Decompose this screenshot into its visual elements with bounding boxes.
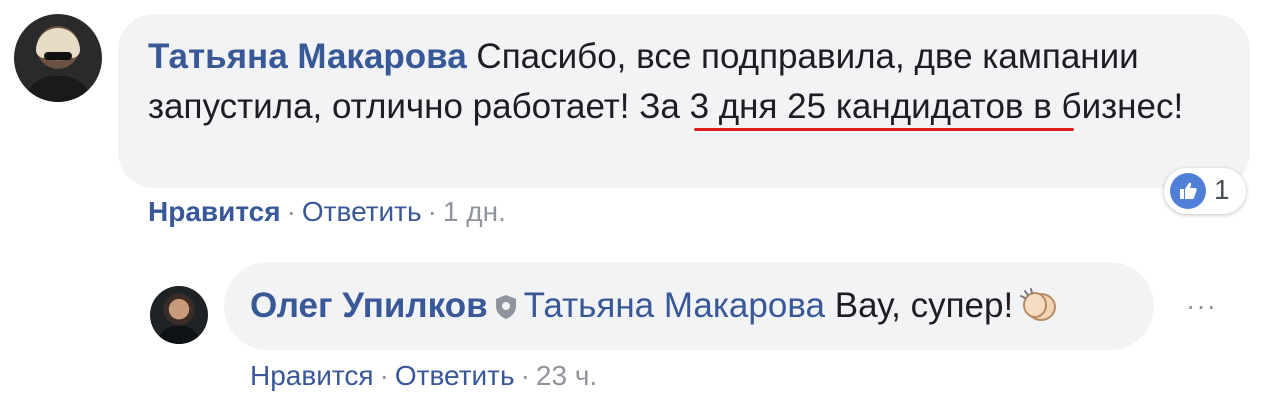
reply-body: Вау, супер! xyxy=(825,286,1014,325)
reaction-count: 1 xyxy=(1214,174,1230,205)
reply-button[interactable]: Ответить xyxy=(302,196,422,227)
comment-body-highlight: За 3 дня 25 кандидатов xyxy=(639,87,1024,126)
highlight-underline xyxy=(694,128,1074,131)
reply-button[interactable]: Ответить xyxy=(395,360,515,391)
reply-mention[interactable]: Татьяна Макарова xyxy=(524,286,825,325)
comment-author[interactable]: Татьяна Макарова xyxy=(148,37,467,76)
reaction-summary[interactable]: 1 xyxy=(1164,168,1246,214)
separator-dot: · xyxy=(379,360,389,391)
timestamp[interactable]: 1 дн. xyxy=(443,196,506,227)
comment-actions: Нравится · Ответить · 1 дн. xyxy=(148,196,506,228)
more-options-icon[interactable]: ··· xyxy=(1186,290,1217,322)
like-button[interactable]: Нравится xyxy=(250,360,374,391)
shield-badge-icon xyxy=(494,286,518,332)
reply-text: Олег Упилков Татьяна Макарова Вау, супер! xyxy=(250,283,1059,332)
like-button[interactable]: Нравится xyxy=(148,196,281,227)
avatar-tatyana[interactable] xyxy=(14,14,102,102)
reply-author[interactable]: Олег Упилков xyxy=(250,286,488,325)
avatar-shirt xyxy=(158,326,200,344)
thumbs-up-icon xyxy=(1170,173,1206,209)
comment-text: Татьяна Макарова Спасибо, все подправила… xyxy=(148,32,1228,132)
avatar-body xyxy=(24,76,92,102)
reply-actions: Нравится · Ответить · 23 ч. xyxy=(250,360,597,392)
separator-dot: · xyxy=(520,360,530,391)
clapping-hands-icon xyxy=(1019,287,1059,323)
avatar-oleg[interactable] xyxy=(150,286,208,344)
separator-dot: · xyxy=(427,196,437,227)
timestamp[interactable]: 23 ч. xyxy=(536,360,597,391)
avatar-glasses xyxy=(44,52,72,60)
comment-body-part2: в бизнес! xyxy=(1023,87,1184,126)
separator-dot: · xyxy=(286,196,296,227)
